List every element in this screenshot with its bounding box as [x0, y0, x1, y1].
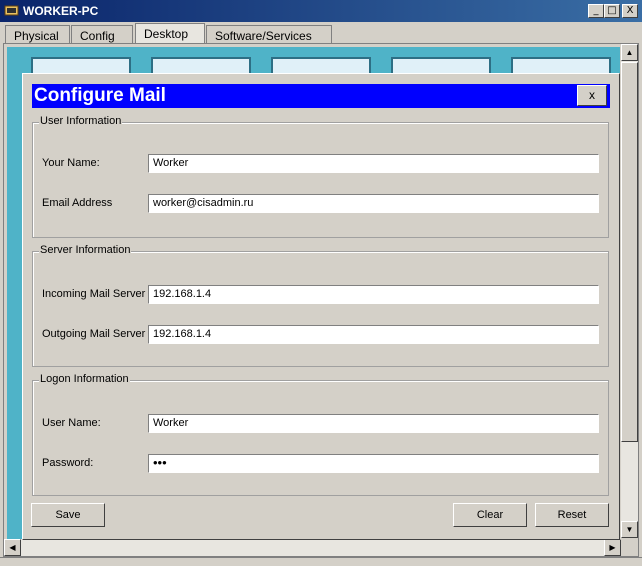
- incoming-mail-server-field[interactable]: 192.168.1.4: [148, 285, 599, 304]
- tab-bar: Physical Config Desktop Software/Service…: [0, 22, 642, 44]
- user-name-label: User Name:: [42, 417, 101, 429]
- logon-information-group: Logon Information User Name: Worker Pass…: [32, 373, 609, 496]
- tab-physical[interactable]: Physical: [5, 25, 70, 44]
- your-name-label: Your Name:: [42, 157, 100, 169]
- reset-button[interactable]: Reset: [535, 503, 609, 527]
- taskbar: [0, 557, 642, 566]
- password-label: Password:: [42, 457, 94, 469]
- tab-software-services[interactable]: Software/Services: [206, 25, 332, 44]
- incoming-mail-server-label: Incoming Mail Server: [42, 288, 146, 300]
- horizontal-scrollbar[interactable]: ◀ ▶: [4, 539, 621, 556]
- close-window-button[interactable]: X: [622, 4, 638, 18]
- minimize-button[interactable]: _: [588, 4, 604, 18]
- scroll-up-icon[interactable]: ▲: [621, 44, 638, 61]
- user-name-field[interactable]: Worker: [148, 414, 599, 433]
- user-information-legend: User Information: [39, 115, 123, 127]
- scroll-right-icon[interactable]: ▶: [604, 539, 621, 556]
- clear-button[interactable]: Clear: [453, 503, 527, 527]
- maximize-button[interactable]: □: [604, 4, 620, 18]
- dialog-close-button[interactable]: x: [577, 85, 607, 106]
- outgoing-mail-server-label: Outgoing Mail Server: [42, 328, 146, 340]
- server-information-legend: Server Information: [39, 244, 132, 256]
- scroll-down-icon[interactable]: ▼: [621, 521, 638, 538]
- configure-mail-dialog: Configure Mail x User Information Your N…: [22, 73, 620, 540]
- tab-desktop[interactable]: Desktop: [135, 23, 205, 44]
- dialog-title: Configure Mail: [32, 84, 610, 108]
- vertical-scrollbar[interactable]: ▲ ▼: [621, 44, 638, 538]
- outgoing-mail-server-field[interactable]: 192.168.1.4: [148, 325, 599, 344]
- logon-information-legend: Logon Information: [39, 373, 130, 385]
- window-title: WORKER-PC: [23, 4, 99, 18]
- password-field[interactable]: •••: [148, 454, 599, 473]
- server-information-group: Server Information Incoming Mail Server …: [32, 244, 609, 367]
- tab-config[interactable]: Config: [71, 25, 133, 44]
- app-icon: [4, 5, 19, 16]
- save-button[interactable]: Save: [31, 503, 105, 527]
- email-address-field[interactable]: worker@cisadmin.ru: [148, 194, 599, 213]
- scroll-thumb[interactable]: [621, 62, 638, 442]
- scroll-left-icon[interactable]: ◀: [4, 539, 21, 556]
- window-titlebar: WORKER-PC _ □ X: [0, 0, 642, 22]
- email-address-label: Email Address: [42, 197, 113, 209]
- user-information-group: User Information Your Name: Worker Email…: [32, 115, 609, 238]
- your-name-field[interactable]: Worker: [148, 154, 599, 173]
